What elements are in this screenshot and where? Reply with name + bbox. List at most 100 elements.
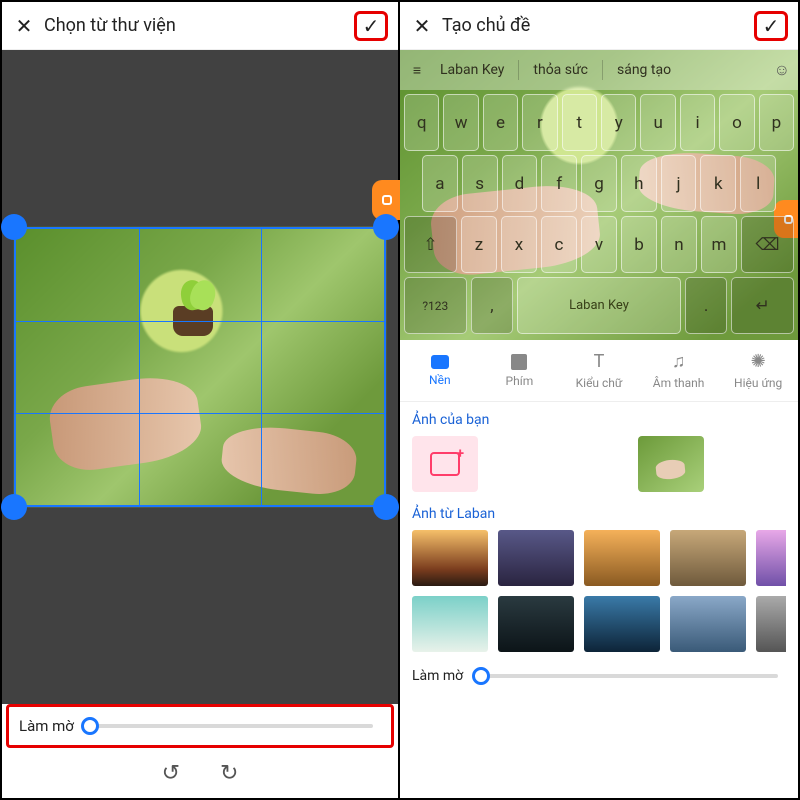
user-photo-thumb[interactable] xyxy=(638,436,704,492)
add-photo-button[interactable] xyxy=(412,436,478,492)
tab-label: Hiệu ứng xyxy=(734,376,782,390)
right-title: Tạo chủ đề xyxy=(434,15,754,36)
key-q[interactable]: q xyxy=(404,94,439,151)
blur-slider-thumb[interactable] xyxy=(81,717,99,735)
section-laban-photos: Ảnh từ Laban xyxy=(400,496,798,656)
blur-slider-row: Làm mờ xyxy=(6,704,394,748)
tab-label: Phím xyxy=(506,374,534,388)
menu-icon[interactable]: ≡ xyxy=(408,62,426,79)
key-p[interactable]: p xyxy=(759,94,794,151)
key-s[interactable]: s xyxy=(462,155,498,212)
key-h[interactable]: h xyxy=(621,155,657,212)
square-icon xyxy=(511,354,527,370)
key-symbols[interactable]: ?123 xyxy=(404,277,467,334)
key-l[interactable]: l xyxy=(740,155,776,212)
key-i[interactable]: i xyxy=(680,94,715,151)
text-icon: T xyxy=(594,351,605,372)
tab-phim[interactable]: Phím xyxy=(480,340,560,401)
tab-label: Âm thanh xyxy=(653,376,705,390)
key-m[interactable]: m xyxy=(701,216,737,273)
rotate-ccw-icon[interactable]: ↺ xyxy=(162,761,180,786)
left-title: Chọn từ thư viện xyxy=(36,15,354,36)
key-x[interactable]: x xyxy=(501,216,537,273)
key-a[interactable]: a xyxy=(422,155,458,212)
blur-label: Làm mờ xyxy=(412,668,463,684)
crop-area[interactable] xyxy=(14,227,386,507)
laban-thumb[interactable] xyxy=(498,596,574,652)
key-backspace[interactable]: ⌫ xyxy=(741,216,794,273)
keyboard-keys: q w e r t y u i o p a s d f g h xyxy=(400,90,798,340)
tab-nen[interactable]: Nền xyxy=(400,340,480,401)
close-icon[interactable]: ✕ xyxy=(12,14,36,38)
laban-thumb[interactable] xyxy=(670,596,746,652)
blur-slider-row: Làm mờ xyxy=(400,656,798,696)
key-b[interactable]: b xyxy=(621,216,657,273)
key-y[interactable]: y xyxy=(601,94,636,151)
blur-slider-thumb[interactable] xyxy=(472,667,490,685)
key-j[interactable]: j xyxy=(661,155,697,212)
rotate-controls: ↺ ↻ xyxy=(2,748,398,798)
blur-slider[interactable] xyxy=(481,674,778,678)
key-shift[interactable]: ⇧ xyxy=(404,216,457,273)
key-z[interactable]: z xyxy=(461,216,497,273)
left-pane: ✕ Chọn từ thư viện ✓ xyxy=(2,2,400,798)
laban-thumb[interactable] xyxy=(412,530,488,586)
suggestion-word[interactable]: sáng tạo xyxy=(617,62,671,78)
section-heading: Ảnh của bạn xyxy=(412,412,786,428)
add-image-icon xyxy=(430,452,460,476)
laban-thumb[interactable] xyxy=(670,530,746,586)
check-icon: ✓ xyxy=(363,14,380,38)
suggestion-word[interactable]: Laban Key xyxy=(440,62,504,78)
right-header: ✕ Tạo chủ đề ✓ xyxy=(400,2,798,50)
crop-handle-tr[interactable] xyxy=(373,214,399,240)
left-header: ✕ Chọn từ thư viện ✓ xyxy=(2,2,398,50)
emoji-icon[interactable]: ☺ xyxy=(774,60,790,80)
key-k[interactable]: k xyxy=(700,155,736,212)
crop-stage xyxy=(2,50,398,704)
rotate-cw-icon[interactable]: ↻ xyxy=(220,761,238,786)
key-o[interactable]: o xyxy=(719,94,754,151)
suggestion-word[interactable]: thỏa sức xyxy=(533,62,588,78)
key-space[interactable]: Laban Key xyxy=(517,277,681,334)
crop-handle-br[interactable] xyxy=(373,494,399,520)
confirm-button[interactable]: ✓ xyxy=(754,11,788,41)
section-your-photos: Ảnh của bạn xyxy=(400,402,798,496)
key-g[interactable]: g xyxy=(581,155,617,212)
editor-tabs: Nền Phím T Kiểu chữ ♫ Âm thanh ✺ Hiệu ứn… xyxy=(400,340,798,402)
key-period[interactable]: . xyxy=(685,277,727,334)
laban-thumb[interactable] xyxy=(498,530,574,586)
close-icon[interactable]: ✕ xyxy=(410,14,434,38)
laban-thumb[interactable] xyxy=(756,596,786,652)
blur-slider[interactable] xyxy=(90,724,373,728)
key-c[interactable]: c xyxy=(541,216,577,273)
key-v[interactable]: v xyxy=(581,216,617,273)
laban-thumb[interactable] xyxy=(584,596,660,652)
laban-thumb[interactable] xyxy=(756,530,786,586)
key-r[interactable]: r xyxy=(522,94,557,151)
crop-handle-tl[interactable] xyxy=(1,214,27,240)
key-t[interactable]: t xyxy=(562,94,597,151)
confirm-button[interactable]: ✓ xyxy=(354,11,388,41)
key-w[interactable]: w xyxy=(443,94,478,151)
keyboard-preview: ≡ Laban Key thỏa sức sáng tạo ☺ q w e r … xyxy=(400,50,798,340)
key-comma[interactable]: , xyxy=(471,277,513,334)
laban-thumb[interactable] xyxy=(584,530,660,586)
music-icon: ♫ xyxy=(672,351,686,372)
key-n[interactable]: n xyxy=(661,216,697,273)
tab-label: Kiểu chữ xyxy=(576,376,623,390)
key-d[interactable]: d xyxy=(502,155,538,212)
blur-label: Làm mờ xyxy=(19,717,74,735)
tab-hieuung[interactable]: ✺ Hiệu ứng xyxy=(718,340,798,401)
laban-thumb[interactable] xyxy=(412,596,488,652)
key-u[interactable]: u xyxy=(640,94,675,151)
crop-handle-bl[interactable] xyxy=(1,494,27,520)
section-heading: Ảnh từ Laban xyxy=(412,506,786,522)
tab-kieuchu[interactable]: T Kiểu chữ xyxy=(559,340,639,401)
right-pane: ✕ Tạo chủ đề ✓ ≡ Laban Key thỏa sức sáng… xyxy=(400,2,798,798)
key-enter[interactable]: ↵ xyxy=(731,277,794,334)
key-f[interactable]: f xyxy=(541,155,577,212)
key-e[interactable]: e xyxy=(483,94,518,151)
crop-grid xyxy=(14,227,386,507)
check-icon: ✓ xyxy=(763,14,780,38)
tab-amthanh[interactable]: ♫ Âm thanh xyxy=(639,340,719,401)
